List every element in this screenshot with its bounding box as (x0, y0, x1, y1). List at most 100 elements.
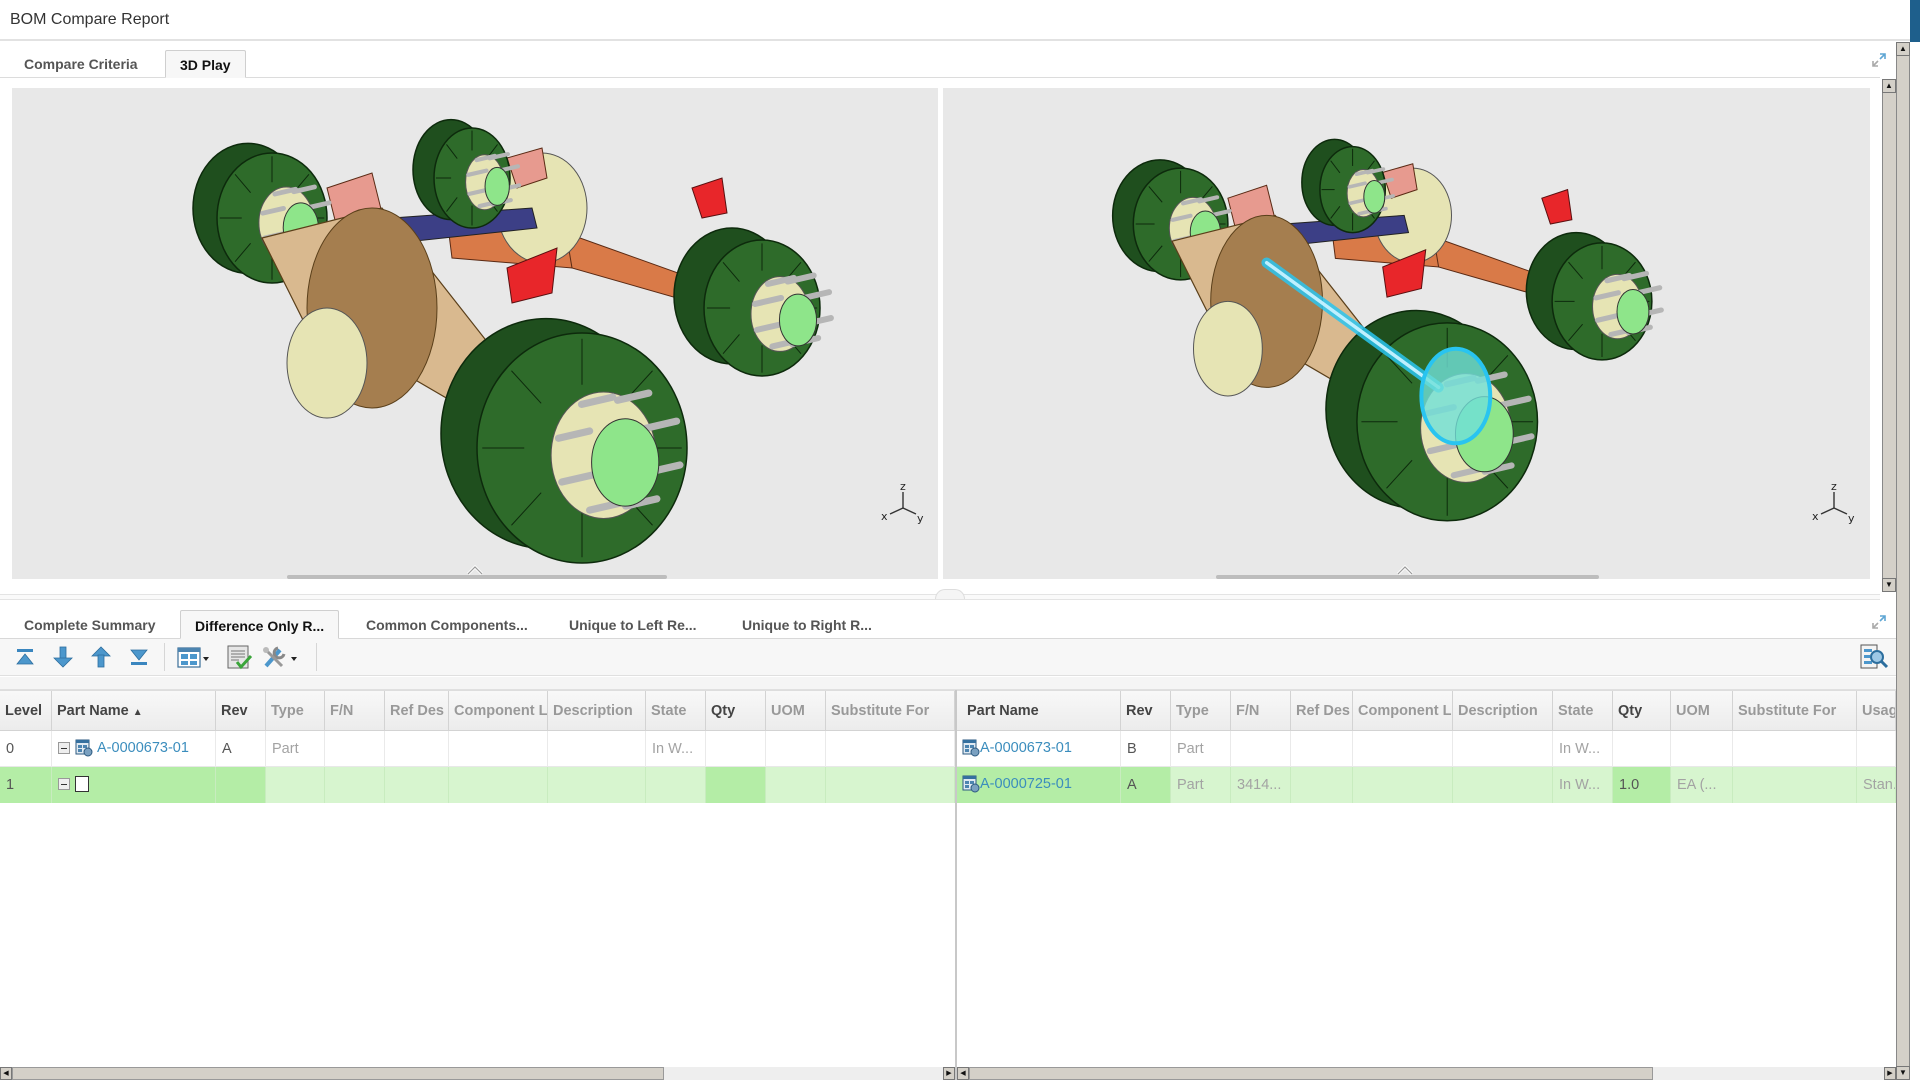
table-row[interactable]: A-0000673-01 B Part In W... (957, 731, 1896, 767)
cell-fn (1231, 731, 1291, 767)
window-vertical-scrollbar[interactable]: ▲ ▼ (1896, 42, 1910, 1080)
checklist-icon[interactable] (225, 644, 253, 670)
cell-usage: Stan... (1857, 767, 1896, 803)
collapse-icon[interactable] (58, 742, 70, 754)
column-header-qty[interactable]: Qty (1613, 691, 1671, 731)
column-header-rev[interactable]: Rev (1121, 691, 1171, 731)
bom-compare-report-window: BOM Compare Report Compare Criteria 3D P… (0, 0, 1920, 1080)
column-header-part-name[interactable]: Part Name (957, 691, 1121, 731)
right-bom-grid: Part Name Rev Type F/N Ref Des Component… (957, 690, 1896, 1067)
scroll-up-icon[interactable]: ▲ (1896, 42, 1910, 56)
column-header-description[interactable]: Description (1453, 691, 1553, 731)
column-header-type[interactable]: Type (266, 691, 325, 731)
arrow-down-icon[interactable] (49, 644, 77, 670)
table-row-difference[interactable]: 1 (0, 767, 955, 803)
column-header-part-name[interactable]: Part Name ▲ (52, 691, 216, 731)
column-header-component-location[interactable]: Component L (1353, 691, 1453, 731)
splitter-handle[interactable] (935, 589, 965, 599)
tab-unique-to-right[interactable]: Unique to Right R... (728, 610, 886, 639)
part-link[interactable]: A-0000725-01 (980, 776, 1072, 792)
triad-y-label: y (917, 512, 924, 525)
panel-splitter[interactable] (0, 589, 1880, 600)
tab-unique-to-left[interactable]: Unique to Left Re... (555, 610, 711, 639)
right-grid-horizontal-scrollbar[interactable]: ◀ ▶ (957, 1067, 1896, 1080)
column-header-type[interactable]: Type (1171, 691, 1231, 731)
part-link[interactable]: A-0000673-01 (980, 740, 1072, 756)
column-header-rev[interactable]: Rev (216, 691, 266, 731)
tab-complete-summary[interactable]: Complete Summary (10, 610, 169, 639)
column-header-uom[interactable]: UOM (1671, 691, 1733, 731)
cell-ref-des (385, 767, 449, 803)
cell-substitute-for (1733, 731, 1857, 767)
column-header-state[interactable]: State (646, 691, 706, 731)
column-header-substitute-for[interactable]: Substitute For (1733, 691, 1857, 731)
maximize-icon[interactable] (1870, 613, 1888, 631)
row-checkbox[interactable] (75, 776, 89, 793)
column-header-qty[interactable]: Qty (706, 691, 766, 731)
hub-cap (778, 293, 818, 347)
column-header-state[interactable]: State (1553, 691, 1613, 731)
right-3d-viewer[interactable]: z x y (943, 88, 1870, 579)
column-header-fn[interactable]: F/N (1231, 691, 1291, 731)
tools-icon[interactable] (260, 644, 300, 670)
scroll-up-icon[interactable]: ▲ (1882, 79, 1896, 93)
column-header-usage[interactable]: Usag (1857, 691, 1896, 731)
cell-type: Part (1171, 767, 1231, 803)
column-header-fn[interactable]: F/N (325, 691, 385, 731)
highlighted-axle-flange (1419, 346, 1493, 446)
jump-to-bottom-icon[interactable] (125, 644, 153, 670)
cell-state (646, 767, 706, 803)
table-row-difference[interactable]: A-0000725-01 A Part 3414... In W... 1.0 … (957, 767, 1896, 803)
cell-description (548, 767, 646, 803)
tab-common-components[interactable]: Common Components... (352, 610, 542, 639)
find-in-table-icon[interactable] (1858, 644, 1890, 670)
table-row[interactable]: 0 A-0000673-01 A Part In W... (0, 731, 955, 767)
scroll-left-icon[interactable]: ◀ (0, 1067, 12, 1080)
cell-fn: 3414... (1231, 767, 1291, 803)
cell-qty: 1.0 (1613, 767, 1671, 803)
scroll-thumb[interactable] (12, 1067, 664, 1080)
left-3d-viewer[interactable]: z x y (12, 88, 938, 579)
cell-component-location (449, 731, 548, 767)
triad-z-label: z (900, 480, 906, 493)
scroll-down-icon[interactable]: ▼ (1882, 578, 1896, 592)
viewer-vertical-scrollbar[interactable]: ▲ ▼ (1882, 79, 1897, 592)
left-grid-horizontal-scrollbar[interactable]: ◀ ▶ (0, 1067, 955, 1080)
column-header-component-location[interactable]: Component L (449, 691, 548, 731)
cell-type (266, 767, 325, 803)
table-layout-icon[interactable] (175, 644, 211, 670)
cell-component-location (449, 767, 548, 803)
scroll-down-icon[interactable]: ▼ (1896, 1066, 1910, 1080)
cell-state: In W... (1553, 767, 1613, 803)
cell-description (1453, 767, 1553, 803)
maximize-icon[interactable] (1870, 51, 1888, 69)
brake-chamber-bracket (691, 177, 728, 219)
column-header-ref-des[interactable]: Ref Des (1291, 691, 1353, 731)
scroll-left-icon[interactable]: ◀ (957, 1067, 969, 1080)
column-header-level[interactable]: Level (0, 691, 52, 731)
tab-compare-criteria[interactable]: Compare Criteria (10, 50, 152, 78)
part-link[interactable]: A-0000673-01 (97, 740, 189, 756)
column-header-ref-des[interactable]: Ref Des (385, 691, 449, 731)
scroll-right-icon[interactable]: ▶ (943, 1067, 955, 1080)
cell-qty (706, 731, 766, 767)
column-header-description[interactable]: Description (548, 691, 646, 731)
cell-fn (325, 731, 385, 767)
hub-cap (484, 166, 510, 206)
cell-substitute-for (826, 767, 955, 803)
expand-viewer-toolbar-icon[interactable] (1395, 564, 1415, 576)
jump-to-top-icon[interactable] (11, 644, 39, 670)
column-header-uom[interactable]: UOM (766, 691, 826, 731)
triad-y-label: y (1848, 512, 1855, 525)
cell-description (1453, 731, 1553, 767)
cell-rev: B (1121, 731, 1171, 767)
column-header-substitute-for[interactable]: Substitute For (826, 691, 955, 731)
expand-viewer-toolbar-icon[interactable] (465, 564, 485, 576)
arrow-up-icon[interactable] (87, 644, 115, 670)
scroll-right-icon[interactable]: ▶ (1884, 1067, 1896, 1080)
tab-difference-only[interactable]: Difference Only R... (180, 610, 340, 639)
scroll-thumb[interactable] (969, 1067, 1653, 1080)
tab-3d-play[interactable]: 3D Play (165, 50, 246, 78)
sort-ascending-icon: ▲ (132, 707, 143, 718)
collapse-icon[interactable] (58, 778, 70, 791)
